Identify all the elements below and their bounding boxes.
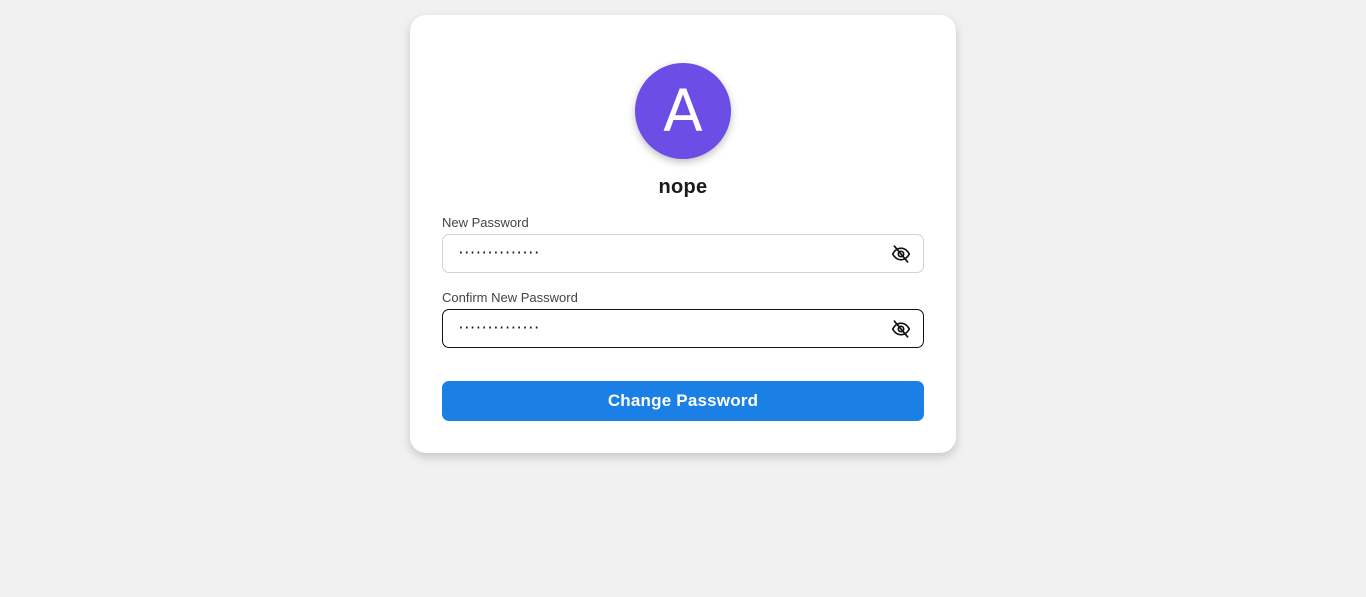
eye-slash-icon[interactable] bbox=[890, 244, 912, 264]
confirm-password-label: Confirm New Password bbox=[442, 290, 578, 305]
avatar: A bbox=[635, 63, 731, 159]
username: nope bbox=[658, 176, 708, 198]
eye-slash-icon[interactable] bbox=[890, 319, 912, 339]
change-password-button[interactable]: Change Password bbox=[442, 381, 924, 421]
new-password-field-wrapper bbox=[442, 234, 924, 273]
change-password-card: A nope New Password Confirm New Password… bbox=[410, 15, 956, 453]
confirm-password-input[interactable] bbox=[457, 310, 877, 347]
confirm-password-field-wrapper bbox=[442, 309, 924, 348]
new-password-label: New Password bbox=[442, 215, 529, 230]
new-password-input[interactable] bbox=[457, 235, 877, 272]
